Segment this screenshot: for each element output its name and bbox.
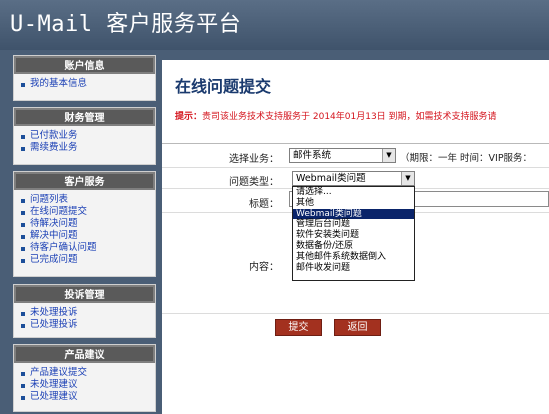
issue-type-label: 问题类型：: [229, 177, 279, 188]
panel-customer-service: 客户服务 问题列表 在线问题提交 待解决问题 解决中问题 待客户确认问题 已完成…: [13, 171, 156, 277]
content-label: 内容：: [249, 262, 279, 273]
sidebar-item-handled-complaints[interactable]: 已处理投诉: [21, 319, 155, 331]
panel-title-account: 账户信息: [14, 56, 155, 74]
panel-title-complaints: 投诉管理: [14, 285, 155, 303]
submit-button[interactable]: 提交: [275, 319, 322, 336]
sidebar-item-handled-suggestions[interactable]: 已处理建议: [21, 391, 155, 403]
sidebar-item-submit-suggestion[interactable]: 产品建议提交: [21, 367, 155, 379]
panel-title-finance: 财务管理: [14, 108, 155, 126]
sidebar-item-completed[interactable]: 已完成问题: [21, 254, 155, 266]
issue-type-select[interactable]: Webmail类问题 ▼: [292, 171, 415, 186]
dropdown-option[interactable]: 请选择...: [293, 187, 414, 198]
panel-title-suggestions: 产品建议: [14, 345, 155, 363]
business-select-value: 邮件系统: [293, 150, 332, 161]
back-button[interactable]: 返回: [334, 319, 381, 336]
notice-label: 提示：: [175, 112, 203, 122]
page-title: 在线问题提交: [175, 77, 272, 96]
panel-finance: 财务管理 已付款业务 需续费业务: [13, 107, 156, 165]
app-title: U-Mail 客户服务平台: [10, 12, 242, 37]
sidebar-item-unhandled-complaints[interactable]: 未处理投诉: [21, 307, 155, 319]
dropdown-option[interactable]: 数据备份/还原: [293, 241, 414, 252]
business-select[interactable]: 邮件系统 ▼: [289, 148, 396, 163]
dropdown-option-selected[interactable]: Webmail类问题: [293, 208, 414, 220]
sidebar-item-issue-list[interactable]: 问题列表: [21, 194, 155, 206]
business-label: 选择业务：: [229, 154, 279, 165]
panel-title-customer-service: 客户服务: [14, 172, 155, 190]
chevron-down-icon: ▼: [401, 172, 414, 185]
panel-suggestions: 产品建议 产品建议提交 未处理建议 已处理建议: [13, 344, 156, 412]
dropdown-option[interactable]: 邮件收发问题: [293, 263, 414, 274]
sidebar-item-submit-issue[interactable]: 在线问题提交: [21, 206, 155, 218]
dropdown-option[interactable]: 其他邮件系统数据倒入: [293, 252, 414, 263]
dropdown-option[interactable]: 管理后台问题: [293, 219, 414, 230]
sidebar-item-renew[interactable]: 需续费业务: [21, 142, 155, 154]
divider: [162, 313, 549, 314]
service-info: （期限：一年 时间：VIP服务：: [400, 153, 533, 164]
issue-type-dropdown-list: 请选择... 其他 Webmail类问题 管理后台问题 软件安装类问题 数据备份…: [292, 186, 415, 281]
notice-text: 贵司该业务技术支持服务于 2014年01月13日 到期，如需技术支持服务请: [202, 112, 497, 122]
sidebar-item-pending[interactable]: 待解决问题: [21, 218, 155, 230]
dropdown-option[interactable]: 其他: [293, 198, 414, 209]
sidebar-item-basic-info[interactable]: 我的基本信息: [21, 78, 155, 90]
dropdown-option[interactable]: 软件安装类问题: [293, 230, 414, 241]
sidebar-item-in-progress[interactable]: 解决中问题: [21, 230, 155, 242]
sidebar-item-awaiting-confirm[interactable]: 待客户确认问题: [21, 242, 155, 254]
sidebar-item-paid[interactable]: 已付款业务: [21, 130, 155, 142]
divider: [162, 167, 549, 168]
subject-label: 标题：: [249, 199, 279, 210]
panel-complaints: 投诉管理 未处理投诉 已处理投诉: [13, 284, 156, 338]
sidebar: 账户信息 我的基本信息 财务管理 已付款业务 需续费业务 客户服务 问题列表 在…: [13, 55, 156, 414]
panel-account: 账户信息 我的基本信息: [13, 55, 156, 101]
issue-type-select-value: Webmail类问题: [296, 173, 366, 184]
top-header: U-Mail 客户服务平台: [0, 0, 549, 50]
sidebar-item-unhandled-suggestions[interactable]: 未处理建议: [21, 379, 155, 391]
chevron-down-icon: ▼: [382, 149, 395, 162]
notice: 提示：贵司该业务技术支持服务于 2014年01月13日 到期，如需技术支持服务请: [175, 109, 497, 122]
main-content: 在线问题提交 提示：贵司该业务技术支持服务于 2014年01月13日 到期，如需…: [162, 60, 549, 414]
